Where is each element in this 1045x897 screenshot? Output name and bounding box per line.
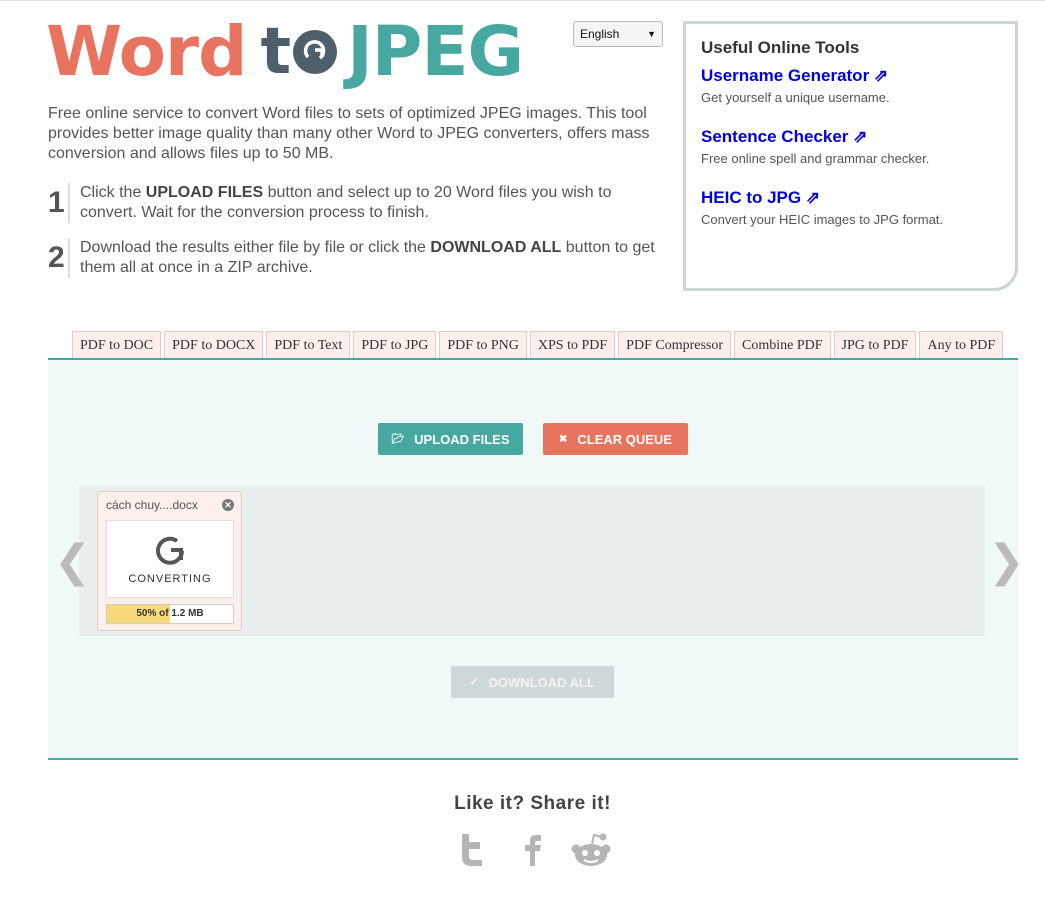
clear-queue-label: CLEAR QUEUE [577, 431, 672, 447]
tool-heic-to-jpg: HEIC to JPG ⇗ Convert your HEIC images t… [701, 188, 1000, 227]
step-number: 1 [48, 183, 70, 223]
share-title: Like it? Share it! [454, 793, 611, 814]
converter-tabs: PDF to DOC PDF to DOCX PDF to Text PDF t… [72, 331, 1006, 359]
step-2: 2 Download the results either file by fi… [48, 238, 668, 278]
tool-desc: Free online spell and grammar checker. [701, 151, 930, 166]
tool-username-generator: Username Generator ⇗ Get yourself a uniq… [701, 66, 1000, 105]
chevron-down-icon: ▼ [647, 29, 656, 39]
download-all-label: DOWNLOAD ALL [488, 674, 595, 690]
twitter-icon[interactable] [458, 832, 488, 868]
tools-title: Useful Online Tools [701, 38, 860, 57]
tab-pdf-to-png[interactable]: PDF to PNG [439, 331, 527, 359]
tab-jpg-to-pdf[interactable]: JPG to PDF [833, 331, 917, 359]
file-card: cách chuy....docx ✕ CONVERTING 50% of 1.… [97, 491, 242, 631]
tab-pdf-to-text[interactable]: PDF to Text [266, 331, 351, 359]
tab-pdf-to-docx[interactable]: PDF to DOCX [164, 331, 264, 359]
step-text: Click the UPLOAD FILES button and select… [80, 184, 612, 221]
chevron-left-icon[interactable]: ❮ [54, 536, 91, 587]
file-thumbnail: CONVERTING [106, 520, 234, 598]
converter-panel: 📂︎ UPLOAD FILES ✖ CLEAR QUEUE ❮ ❯ cách c… [48, 358, 1025, 760]
tool-sentence-checker: Sentence Checker ⇗ Free online spell and… [701, 127, 1000, 166]
tab-xps-to-pdf[interactable]: XPS to PDF [529, 331, 616, 359]
download-all-button[interactable]: ✔ DOWNLOAD ALL [451, 666, 614, 698]
step-text: Download the results either file by file… [80, 239, 655, 276]
tab-pdf-compressor[interactable]: PDF Compressor [618, 331, 732, 359]
folder-open-icon: 📂︎ [391, 433, 405, 445]
tool-desc: Get yourself a unique username. [701, 90, 890, 105]
reddit-icon[interactable] [571, 832, 611, 868]
useful-tools-box: Useful Online Tools Username Generator ⇗… [683, 21, 1018, 291]
upload-files-button[interactable]: 📂︎ UPLOAD FILES [378, 423, 523, 455]
tool-desc: Convert your HEIC images to JPG format. [701, 212, 944, 227]
tool-link[interactable]: Username Generator ⇗ [701, 66, 1000, 86]
tool-link[interactable]: HEIC to JPG ⇗ [701, 188, 1000, 208]
language-select[interactable]: English ▼ [573, 21, 663, 47]
file-name: cách chuy....docx [106, 498, 198, 512]
tab-pdf-to-doc[interactable]: PDF to DOC [72, 331, 162, 359]
file-status: CONVERTING [128, 573, 212, 585]
convert-arrow-icon [293, 30, 338, 74]
remove-file-icon[interactable]: ✕ [222, 499, 234, 511]
top-divider [0, 0, 1045, 1]
logo[interactable]: Word tot JPEG [46, 12, 524, 92]
tab-any-to-pdf[interactable]: Any to PDF [919, 331, 1004, 359]
logo-word: Word [46, 12, 247, 92]
check-icon: ✔ [470, 676, 479, 688]
progress-bar: 50% of 1.2 MB [106, 604, 234, 624]
logo-jpeg: JPEG [347, 12, 524, 92]
language-selected: English [580, 27, 620, 41]
facebook-icon[interactable] [522, 832, 544, 868]
clear-queue-button[interactable]: ✖ CLEAR QUEUE [543, 423, 688, 455]
close-icon: ✖ [558, 433, 568, 445]
step-1: 1 Click the UPLOAD FILES button and sele… [48, 183, 668, 223]
tab-pdf-to-jpg[interactable]: PDF to JPG [353, 331, 437, 359]
tool-link[interactable]: Sentence Checker ⇗ [701, 127, 1000, 147]
step-number: 2 [48, 238, 70, 278]
logo-to: tot [260, 15, 338, 89]
upload-files-label: UPLOAD FILES [414, 431, 510, 447]
progress-label: 50% of 1.2 MB [136, 608, 204, 619]
refresh-icon [156, 536, 184, 565]
intro-text: Free online service to convert Word file… [48, 105, 650, 162]
chevron-right-icon[interactable]: ❯ [988, 536, 1025, 587]
tab-combine-pdf[interactable]: Combine PDF [734, 331, 831, 359]
